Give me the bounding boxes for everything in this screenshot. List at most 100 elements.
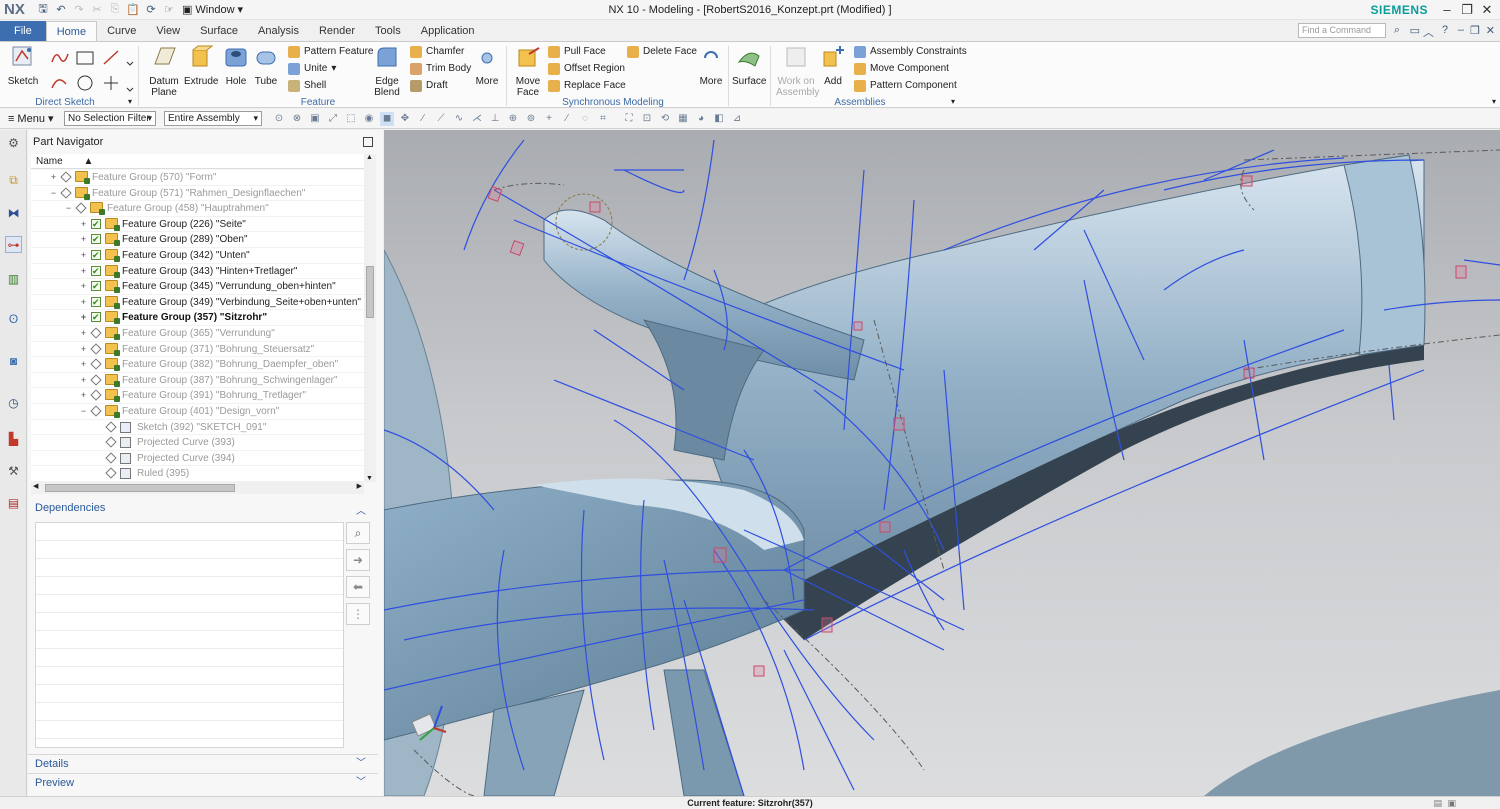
suppressed-diamond-icon[interactable] (90, 389, 102, 402)
general-select-icon[interactable]: ▣ (308, 112, 322, 126)
tab-tools[interactable]: Tools (365, 21, 411, 41)
circle-icon[interactable] (77, 75, 93, 91)
menu-button[interactable]: ≡ Menu ▾ (8, 112, 64, 126)
history-icon[interactable]: ◷ (5, 394, 22, 411)
expand-icon[interactable]: + (79, 265, 88, 277)
intersection-icon[interactable]: ⋌ (470, 112, 484, 126)
ribbon-options-icon[interactable]: ▭ (1410, 24, 1420, 37)
tab-surface[interactable]: Surface (190, 21, 248, 41)
replace-face-button[interactable]: Replace Face (548, 78, 626, 93)
chevron-down-icon[interactable]: ▾ (951, 97, 955, 106)
tree-vertical-scrollbar[interactable]: ▲ ▼ (364, 154, 376, 482)
rectangle-select-icon[interactable]: ⬚ (344, 112, 358, 126)
solid-select-icon[interactable]: ◼ (380, 111, 394, 126)
sketch-button[interactable]: Sketch (7, 44, 39, 87)
rotate-icon[interactable]: ⟲ (658, 112, 672, 126)
suppressed-diamond-icon[interactable] (105, 436, 117, 448)
chevron-down-icon[interactable]: ▾ (128, 97, 132, 106)
shaded-view-icon[interactable]: ◉ (362, 112, 376, 126)
tree-row[interactable]: − Feature Group (458) "Hauptrahmen" (31, 201, 364, 217)
move-face-button[interactable]: Move Face (512, 44, 544, 98)
chevron-up-icon[interactable]: ︿ (356, 502, 366, 517)
offset-region-button[interactable]: Offset Region (548, 61, 625, 76)
dependencies-title[interactable]: Dependencies (35, 502, 105, 514)
tree-row[interactable]: + Feature Group (371) "Bohrung_Steuersatz… (31, 342, 364, 358)
tree-row[interactable]: + Feature Group (342) "Unten" (31, 248, 364, 264)
window-menu[interactable]: ▣ Window ▾ (182, 3, 243, 17)
touch-mode-icon[interactable]: ☞ (162, 3, 176, 17)
tab-render[interactable]: Render (309, 21, 365, 41)
suppressed-diamond-icon[interactable] (105, 467, 117, 480)
selection-scope-select[interactable]: Entire Assembly (164, 111, 262, 126)
suppressed-diamond-icon[interactable] (90, 358, 102, 370)
expand-icon[interactable]: + (79, 311, 88, 323)
doc-restore-icon[interactable]: ❐ (1470, 24, 1480, 37)
dependency-next-button[interactable]: ➜ (346, 549, 370, 571)
delete-face-button[interactable]: Delete Face (627, 44, 697, 59)
expand-icon[interactable]: + (79, 233, 88, 245)
point-on-surface-icon[interactable]: ◌ (578, 112, 592, 126)
chamfer-button[interactable]: Chamfer (410, 44, 464, 59)
ribbon-overflow-icon[interactable]: ▾ (1492, 97, 1496, 106)
move-component-button[interactable]: Move Component (854, 61, 949, 76)
tree-row[interactable]: + Feature Group (387) "Bohrung_Schwingenl… (31, 373, 364, 389)
point-icon[interactable] (104, 76, 118, 90)
tree-row[interactable]: Sketch (392) "SKETCH_091" (31, 420, 364, 436)
scroll-up-icon[interactable]: ▲ (366, 154, 373, 161)
fit-view-icon[interactable]: ⛶ (622, 112, 636, 126)
feature-more-button[interactable]: More (472, 44, 502, 87)
tab-curve[interactable]: Curve (97, 21, 146, 41)
close-button[interactable]: ✕ (1478, 1, 1496, 19)
web-browser-icon[interactable]: ◙ (5, 352, 22, 369)
control-point-icon[interactable]: ∿ (452, 112, 466, 126)
scroll-thumb[interactable] (45, 484, 235, 492)
datum-plane-button[interactable]: Datum Plane (146, 44, 182, 98)
suppressed-diamond-icon[interactable] (90, 374, 102, 386)
roles-icon[interactable]: ▤ (5, 494, 22, 511)
details-panel-header[interactable]: Details ﹀ (28, 754, 378, 772)
status-filter-icon[interactable]: ▤ (1433, 797, 1442, 809)
repeat-command-icon[interactable]: ⟳ (144, 3, 158, 17)
zoom-icon[interactable]: ⊡ (640, 112, 654, 126)
select-all-icon[interactable]: ⊗ (290, 112, 304, 126)
line-icon[interactable] (103, 50, 119, 65)
dependency-tree-button[interactable]: ⋮ (346, 603, 370, 625)
part-navigator-icon[interactable]: ⊶ (5, 236, 22, 253)
unite-button[interactable]: Unite ▾ (288, 61, 336, 76)
column-header-name[interactable]: Name ▲ (31, 154, 364, 169)
minimize-button[interactable]: – (1438, 1, 1456, 19)
arc-center-icon[interactable]: ⊕ (506, 112, 520, 126)
collapse-ribbon-icon[interactable]: ︿ (1423, 24, 1434, 40)
edit-section-icon[interactable]: ⊿ (730, 112, 744, 126)
doc-minimize-icon[interactable]: – (1458, 24, 1464, 36)
settings-icon[interactable]: ⚙ (5, 134, 22, 151)
paste-icon[interactable]: 📋 (126, 3, 140, 17)
selection-filter-select[interactable]: No Selection Filter (64, 111, 156, 126)
point-on-curve-icon[interactable]: ⁄ (560, 112, 574, 126)
quadrant-icon[interactable]: ⊚ (524, 112, 538, 126)
tree-row[interactable]: + Feature Group (226) "Seite" (31, 217, 364, 233)
suppressed-diamond-icon[interactable] (60, 171, 72, 183)
suppressed-diamond-icon[interactable] (75, 202, 87, 214)
tree-row[interactable]: + Feature Group (343) "Hinten+Tretlager" (31, 264, 364, 280)
undo-icon[interactable]: ↶ (54, 3, 68, 17)
visibility-checkbox[interactable] (91, 232, 101, 247)
tree-row[interactable]: + Feature Group (357) "Sitzrohr" (31, 310, 364, 326)
visibility-checkbox[interactable] (91, 310, 101, 325)
suppressed-diamond-icon[interactable] (105, 452, 117, 464)
tree-row[interactable]: + Feature Group (345) "Verrundung_oben+hi… (31, 279, 364, 295)
tree-row[interactable]: Ruled (395) (31, 466, 364, 482)
save-icon[interactable]: 🖫 (36, 3, 50, 17)
sync-more-button[interactable]: More (696, 44, 726, 87)
tab-application[interactable]: Application (411, 21, 485, 41)
graphics-viewport[interactable] (384, 130, 1500, 796)
tangent-icon[interactable]: ⊥ (488, 112, 502, 126)
tree-row[interactable]: + Feature Group (382) "Bohrung_Daempfer_o… (31, 357, 364, 373)
tree-row[interactable]: Projected Curve (394) (31, 451, 364, 467)
tree-row[interactable]: − Feature Group (401) "Design_vorn" (31, 404, 364, 420)
tab-analysis[interactable]: Analysis (248, 21, 309, 41)
arc-icon[interactable] (51, 79, 67, 89)
copy-icon[interactable]: ⎘ (108, 3, 122, 17)
tree-row[interactable]: + Feature Group (349) "Verbindung_Seite+o… (31, 295, 364, 311)
bounded-grid-icon[interactable]: ⌗ (596, 112, 610, 126)
